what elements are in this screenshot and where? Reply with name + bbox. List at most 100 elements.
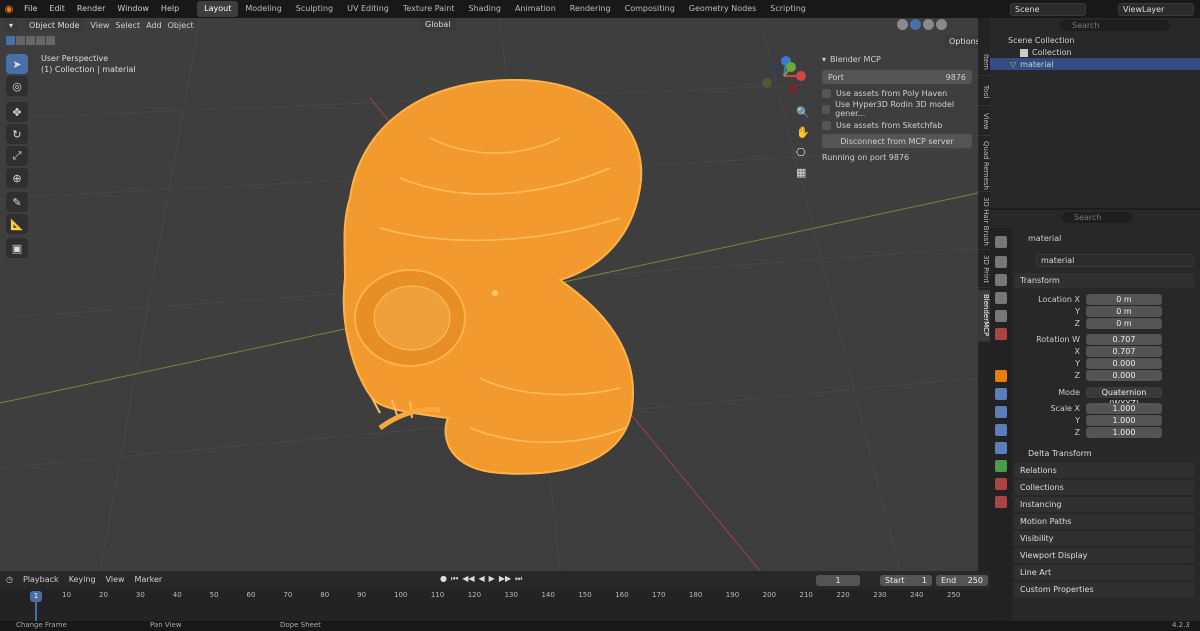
delta-transform-header[interactable]: Delta Transform [1014,446,1194,461]
tab-scripting[interactable]: Scripting [763,1,813,17]
clock-icon[interactable]: ◷ [6,575,13,584]
end-frame-field[interactable]: End 250 [936,575,988,586]
option-sketchfab[interactable]: Use assets from Sketchfab [822,118,972,132]
outliner-search[interactable]: Search [1060,20,1170,31]
playback-controls[interactable]: ● ⏮ ◀◀ ◀ ▶ ▶▶ ⏭ [440,574,522,584]
add-cube-tool[interactable]: ▣ [6,238,28,258]
side-tab-blender-mcp[interactable]: BlenderMCP [978,290,990,342]
select-mode-buttons[interactable] [6,36,55,45]
side-tab-view[interactable]: View [978,108,990,136]
texture-icon[interactable] [995,496,1007,508]
start-frame-field[interactable]: Start 1 [880,575,932,586]
menu-window[interactable]: Window [111,0,155,18]
port-field[interactable]: Port 9876 [822,70,972,84]
blender-logo-icon[interactable]: ◉ [0,4,18,15]
rotation-z-field[interactable]: 0.000 [1086,370,1162,381]
playhead[interactable]: 1 [30,591,42,602]
instancing-header[interactable]: Instancing [1014,497,1194,512]
particles-icon[interactable] [995,406,1007,418]
select-tool[interactable]: ➤ [6,54,28,74]
motion-paths-header[interactable]: Motion Paths [1014,514,1194,529]
scene-selector[interactable]: Scene [1010,3,1086,16]
render-icon[interactable] [995,256,1007,268]
viewport-shading-buttons[interactable] [897,19,947,30]
tab-compositing[interactable]: Compositing [618,1,682,17]
cursor-tool[interactable]: ◎ [6,76,28,96]
line-art-header[interactable]: Line Art [1014,565,1194,580]
transform-header[interactable]: Transform [1014,273,1194,288]
side-tab-quad-remesh[interactable]: Quad Remesh [978,138,990,192]
tool-icon[interactable] [995,236,1007,248]
location-x-field[interactable]: 0 m [1086,294,1162,305]
prev-keyframe-icon[interactable]: ◀◀ [462,574,474,584]
physics-icon[interactable] [995,424,1007,436]
location-y-field[interactable]: 0 m [1086,306,1162,317]
scale-tool[interactable]: ⤢ [6,146,28,166]
menu-file[interactable]: File [18,0,43,18]
mcp-panel-header[interactable]: ▾ Blender MCP [822,52,972,66]
perspective-toggle-icon[interactable]: ▦ [796,166,806,179]
record-icon[interactable]: ● [440,574,447,584]
move-tool[interactable]: ✥ [6,102,28,122]
rotation-x-field[interactable]: 0.707 [1086,346,1162,357]
tab-layout[interactable]: Layout [197,1,239,17]
world-icon[interactable] [995,328,1007,340]
scene-icon[interactable] [995,310,1007,322]
jump-end-icon[interactable]: ⏭ [515,574,522,584]
tab-shading[interactable]: Shading [461,1,508,17]
options-button[interactable]: Options [944,35,978,48]
timeline-menu-playback[interactable]: Playback [23,575,59,584]
disconnect-button[interactable]: Disconnect from MCP server [822,134,972,148]
measure-tool[interactable]: 📐 [6,214,28,234]
view-layer-icon[interactable] [995,292,1007,304]
outliner-root[interactable]: Scene Collection [1008,36,1075,45]
custom-properties-header[interactable]: Custom Properties [1014,582,1194,597]
outliner-collection[interactable]: Collection [1020,48,1198,57]
output-icon[interactable] [995,274,1007,286]
next-keyframe-icon[interactable]: ▶▶ [499,574,511,584]
current-frame-field[interactable]: 1 [816,575,860,586]
transform-orientation-selector[interactable]: Global [420,18,456,31]
vp-menu-object[interactable]: Object [168,21,194,30]
menu-render[interactable]: Render [71,0,111,18]
material-icon[interactable] [995,478,1007,490]
option-hyper3d[interactable]: Use Hyper3D Rodin 3D model gener... [822,100,972,118]
rotation-y-field[interactable]: 0.000 [1086,358,1162,369]
location-z-field[interactable]: 0 m [1086,318,1162,329]
zoom-icon[interactable]: 🔍 [796,106,810,119]
rotation-w-field[interactable]: 0.707 [1086,334,1162,345]
object-icon[interactable] [995,370,1007,382]
timeline-menu-marker[interactable]: Marker [135,575,163,584]
relations-header[interactable]: Relations [1014,463,1194,478]
option-poly-haven[interactable]: Use assets from Poly Haven [822,86,972,100]
jump-start-icon[interactable]: ⏮ [451,574,458,584]
play-icon[interactable]: ▶ [489,574,495,584]
tab-sculpting[interactable]: Sculpting [289,1,340,17]
mode-selector[interactable]: Object Mode [24,18,85,32]
tab-uv-editing[interactable]: UV Editing [340,1,396,17]
annotate-tool[interactable]: ✎ [6,192,28,212]
editor-type-button[interactable]: ▾ [4,18,19,32]
menu-edit[interactable]: Edit [43,0,71,18]
vp-menu-view[interactable]: View [90,21,109,30]
scale-z-field[interactable]: 1.000 [1086,427,1162,438]
checkbox[interactable] [822,104,831,114]
tab-modeling[interactable]: Modeling [238,1,288,17]
object-name-field[interactable]: material [1036,254,1194,267]
visibility-header[interactable]: Visibility [1014,531,1194,546]
menu-help[interactable]: Help [155,0,185,18]
3d-viewport[interactable]: ▾ Object Mode View Select Add Object Glo… [0,18,978,571]
side-tab-3d-print[interactable]: 3D Print [978,252,990,288]
tab-texture-paint[interactable]: Texture Paint [396,1,462,17]
vp-menu-select[interactable]: Select [115,21,140,30]
properties-search[interactable]: Search [1062,212,1132,223]
side-tab-tool[interactable]: Tool [978,78,990,106]
scale-y-field[interactable]: 1.000 [1086,415,1162,426]
scale-x-field[interactable]: 1.000 [1086,403,1162,414]
view-layer-selector[interactable]: ViewLayer [1118,3,1194,16]
collections-header[interactable]: Collections [1014,480,1194,495]
frame-ruler[interactable]: 1102030405060708090100110120130140150160… [0,589,990,621]
vp-menu-add[interactable]: Add [146,21,162,30]
side-tab-item[interactable]: Item [978,48,990,76]
data-icon[interactable] [995,460,1007,472]
